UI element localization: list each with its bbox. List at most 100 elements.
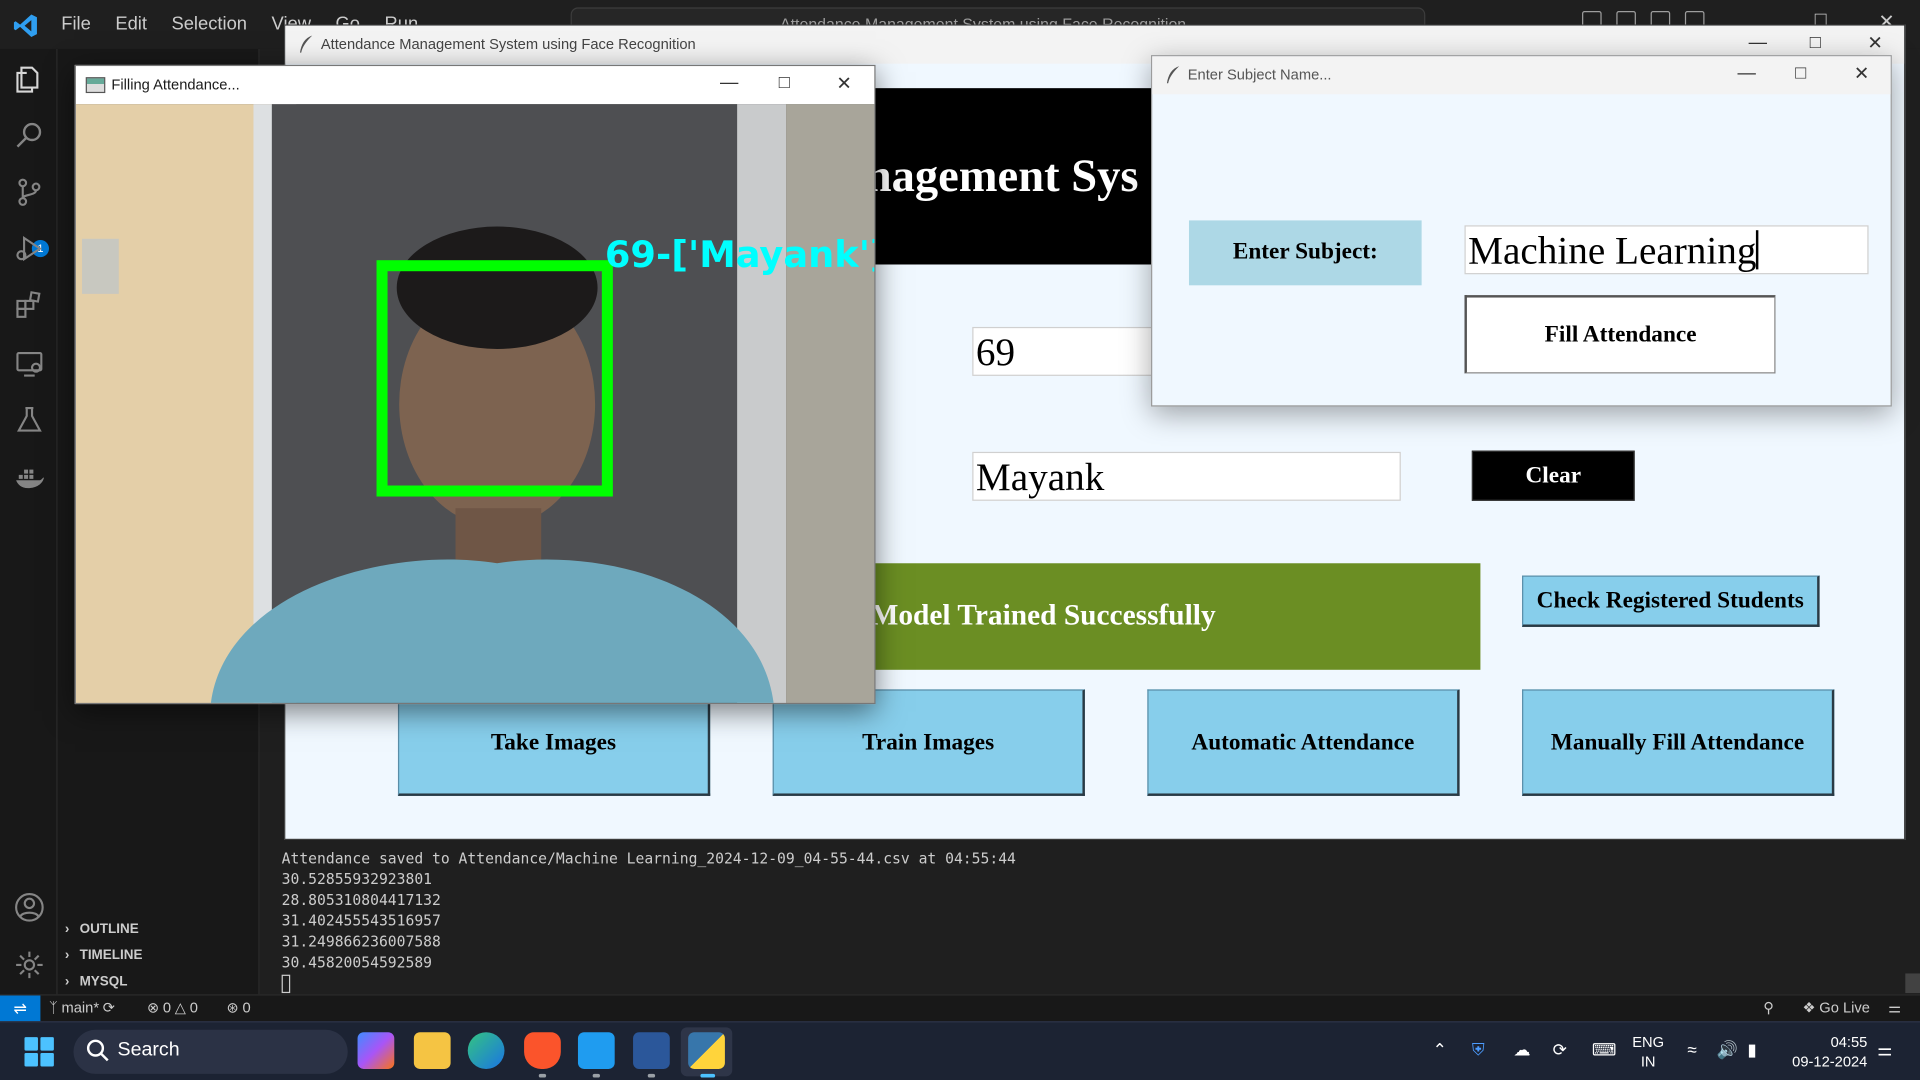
train-images-button[interactable]: Train Images — [772, 689, 1085, 796]
search-icon[interactable] — [13, 119, 45, 151]
onedrive-cloud-icon[interactable]: ☁ — [1513, 1040, 1530, 1061]
chevron-up-icon[interactable]: ⌃ — [1433, 1040, 1447, 1061]
warning-icon: △ — [174, 999, 187, 1017]
problems-indicator[interactable]: ⊗ 0 △ 0 — [147, 999, 198, 1016]
volume-icon[interactable]: 🔊 — [1717, 1040, 1738, 1061]
maximize-icon[interactable]: □ — [1810, 32, 1821, 53]
minimize-icon[interactable]: — — [1749, 32, 1767, 53]
subject-window-title: Enter Subject Name... — [1187, 66, 1332, 84]
status-bar: ⇌ ᛉ main* ⟳ ⊗ 0 △ 0 ⊛ 0 ⚲ ❖ Go Live ⚌ — [0, 994, 1920, 1023]
subject-window: Enter Subject Name... — □ ✕ Enter Subjec… — [1151, 55, 1892, 407]
menu-edit[interactable]: Edit — [115, 13, 147, 34]
ports-count: 0 — [242, 999, 251, 1017]
maximize-icon[interactable]: □ — [779, 72, 790, 93]
terminal-line: 28.805310804417132 — [281, 891, 441, 909]
notifications-bell-icon[interactable]: ⚌ — [1888, 999, 1901, 1016]
branch-indicator[interactable]: ᛉ main* ⟳ — [49, 999, 115, 1016]
menu-file[interactable]: File — [61, 13, 91, 34]
camera-window-title: Filling Attendance... — [111, 75, 240, 94]
ports-indicator[interactable]: ⊛ 0 — [227, 999, 251, 1016]
go-live-button[interactable]: ❖ Go Live — [1802, 999, 1870, 1016]
warning-count: 0 — [189, 999, 198, 1017]
manually-fill-attendance-button[interactable]: Manually Fill Attendance — [1522, 689, 1835, 796]
minimize-icon[interactable]: — — [720, 72, 738, 93]
remote-explorer-icon[interactable] — [13, 348, 45, 380]
check-registered-students-button[interactable]: Check Registered Students — [1522, 575, 1820, 627]
run-debug-icon[interactable] — [13, 233, 45, 265]
taskbar-search-box[interactable]: Search — [73, 1029, 348, 1074]
face-recognition-label: 69-['Mayank'] — [605, 233, 876, 276]
language-code: ENG — [1632, 1033, 1665, 1051]
copilot-icon[interactable] — [357, 1032, 395, 1069]
language-indicator[interactable]: ENG IN — [1632, 1032, 1664, 1071]
terminal-scrollbar[interactable] — [1905, 973, 1920, 994]
menu-selection[interactable]: Selection — [171, 13, 247, 34]
error-count: 0 — [162, 999, 172, 1017]
keyboard-icon[interactable]: ⌨ — [1592, 1040, 1617, 1061]
fill-attendance-button[interactable]: Fill Attendance — [1464, 295, 1776, 374]
outline-section[interactable]: › OUTLINE — [65, 922, 139, 937]
docker-icon[interactable] — [13, 462, 45, 494]
running-indicator — [647, 1073, 656, 1078]
account-icon[interactable] — [13, 891, 45, 923]
file-explorer-icon[interactable] — [413, 1032, 451, 1069]
close-icon[interactable]: ✕ — [1854, 62, 1869, 85]
timeline-section[interactable]: › TIMELINE — [65, 948, 143, 963]
take-images-button[interactable]: Take Images — [397, 689, 711, 796]
text-caret — [1756, 230, 1759, 270]
enrollment-field[interactable]: 69 — [972, 326, 1156, 376]
chevron-right-icon: › — [64, 922, 70, 937]
settings-gear-icon[interactable] — [13, 949, 45, 981]
edge-browser-icon[interactable] — [467, 1032, 505, 1069]
subject-input-value: Machine Learning — [1468, 227, 1757, 272]
defender-shield-icon[interactable]: ⛨ — [1472, 1040, 1485, 1061]
remote-indicator-icon[interactable]: ⇌ — [0, 995, 41, 1023]
clear-button[interactable]: Clear — [1471, 450, 1635, 501]
source-control-icon[interactable] — [13, 176, 45, 208]
chevron-right-icon: › — [64, 974, 70, 990]
activity-bar: 1 — [0, 48, 58, 995]
sync-icon[interactable]: ⟳ — [103, 999, 115, 1016]
name-field[interactable]: Mayank — [972, 451, 1401, 501]
close-icon[interactable]: ✕ — [1867, 32, 1882, 54]
terminal-output[interactable]: Attendance saved to Attendance/Machine L… — [281, 849, 1016, 995]
camera-window-titlebar: Filling Attendance... — □ ✕ — [75, 66, 875, 105]
error-icon: ⊗ — [146, 999, 160, 1017]
automatic-attendance-button[interactable]: Automatic Attendance — [1147, 689, 1460, 796]
terminal-line: 31.249866236007588 — [281, 933, 441, 951]
minimize-icon[interactable]: — — [1738, 62, 1756, 83]
broadcast-icon: ❖ — [1802, 999, 1816, 1017]
tk-feather-icon — [300, 35, 313, 53]
terminal-line: 31.402455543516957 — [281, 912, 441, 930]
mysql-section[interactable]: › MYSQL — [65, 975, 128, 990]
explorer-icon[interactable] — [13, 64, 45, 96]
zoom-icon[interactable]: ⚲ — [1763, 999, 1774, 1016]
taskbar-search-label: Search — [117, 1039, 180, 1061]
branch-icon: ᛉ — [48, 999, 58, 1017]
active-indicator — [700, 1073, 716, 1078]
brave-browser-icon[interactable] — [524, 1032, 561, 1069]
close-icon[interactable]: ✕ — [836, 72, 851, 94]
vscode-taskbar-icon[interactable] — [577, 1032, 615, 1069]
branch-name: main* — [61, 999, 100, 1017]
sync-tray-icon[interactable]: ⟳ — [1553, 1040, 1567, 1061]
timeline-label: TIMELINE — [79, 947, 143, 963]
word-icon[interactable] — [633, 1032, 670, 1069]
battery-icon[interactable]: ▮ — [1747, 1040, 1756, 1061]
clock-date: 09-12-2024 — [1792, 1053, 1868, 1071]
vscode-logo-icon — [13, 14, 37, 37]
windows-start-icon[interactable] — [24, 1037, 54, 1067]
desktop: File Edit Selection View Go Run ... Atte… — [0, 0, 1920, 1080]
windows-taskbar: Search ⌃ ⛨ ☁ ⟳ ⌨ ENG IN ≈ 🔊 ▮ 04:55 09-1… — [0, 1021, 1920, 1080]
clock-time: 04:55 — [1830, 1033, 1868, 1051]
wifi-icon[interactable]: ≈ — [1687, 1040, 1696, 1060]
clock[interactable]: 04:55 09-12-2024 — [1782, 1032, 1868, 1071]
extensions-icon[interactable] — [13, 289, 45, 321]
opencv-window-icon — [85, 77, 106, 94]
subject-input[interactable]: Machine Learning — [1464, 225, 1869, 275]
testing-icon[interactable] — [13, 404, 45, 436]
notification-bell-icon[interactable]: ⚌ — [1877, 1040, 1892, 1061]
python-icon[interactable] — [688, 1032, 725, 1069]
maximize-icon[interactable]: □ — [1795, 62, 1806, 83]
tk-feather-icon — [1166, 66, 1180, 84]
